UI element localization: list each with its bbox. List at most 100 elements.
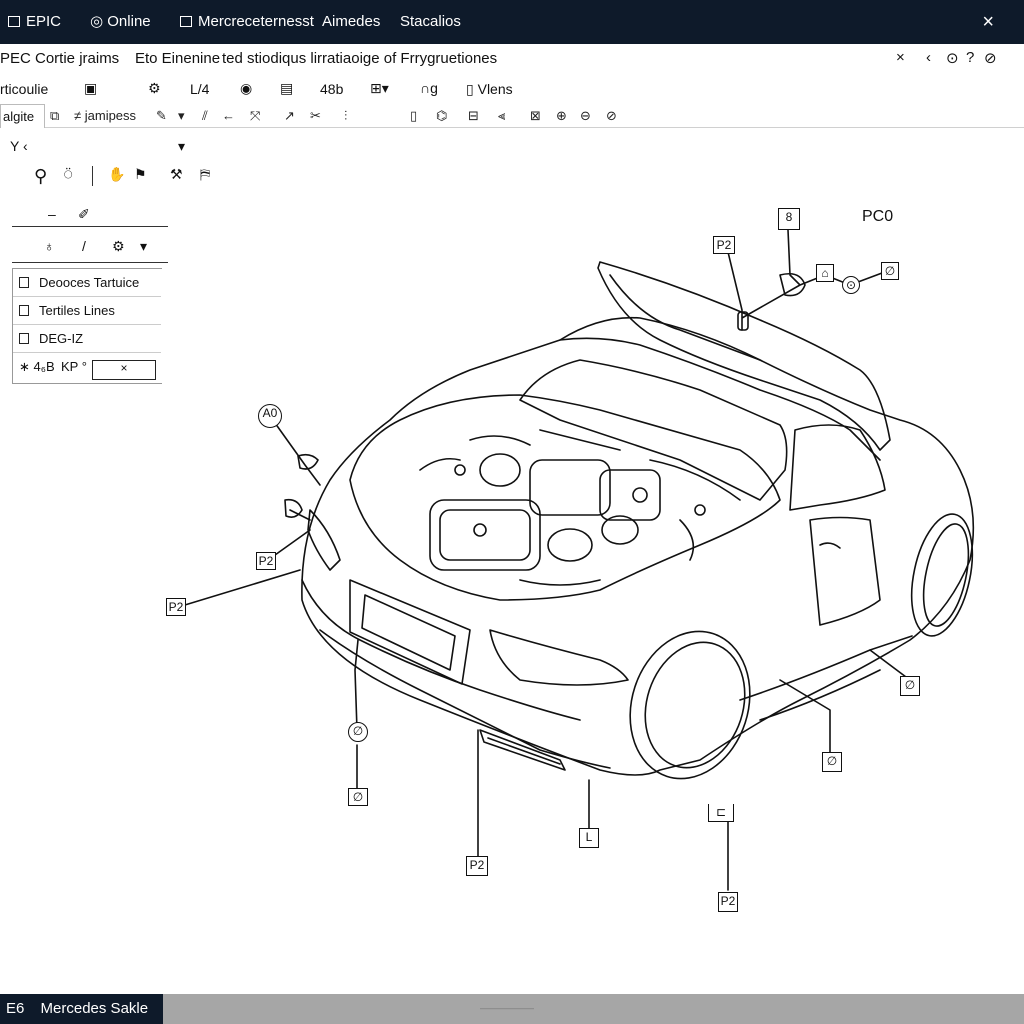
app-icon	[8, 16, 20, 27]
close-icon[interactable]: ×	[982, 11, 994, 34]
list-item[interactable]: Tertiles Lines	[13, 297, 161, 325]
layer-icon[interactable]: ⌬	[436, 108, 447, 124]
dropdown-icon[interactable]: ▾	[178, 108, 185, 124]
callout-marker-b[interactable]: ⊙	[842, 276, 860, 294]
zoom-in-icon[interactable]: ⊕	[556, 108, 567, 124]
callout-marker-a[interactable]: ⌂	[816, 264, 834, 282]
front-wheel	[910, 513, 974, 637]
filter-icon[interactable]: ⍥	[64, 166, 72, 183]
tail-light-right	[489, 629, 629, 686]
zoom-out-icon[interactable]: ⊖	[580, 108, 591, 124]
pin-icon[interactable]: ⊘	[984, 49, 997, 67]
flag-icon[interactable]: ⚑	[134, 166, 147, 183]
callout-8[interactable]: 8	[778, 208, 800, 230]
list-dropdown-icon[interactable]: ▾	[140, 238, 147, 255]
status-label: Mercedes Sakle	[40, 1000, 149, 1017]
tab-stacalios[interactable]: Stacalios	[400, 13, 461, 31]
status-panel: E6 Mercedes Sakle	[0, 994, 163, 1024]
clipboard-icon[interactable]: ▣	[84, 80, 97, 97]
marker-icon[interactable]: ✐	[78, 206, 90, 223]
split-icon[interactable]: ⫽	[202, 108, 208, 124]
lamp-icon[interactable]: ♁	[44, 238, 55, 254]
toolbar-text: ≠ jamipess	[74, 108, 137, 123]
tab-mercreceternesst[interactable]: Mercreceternesst	[180, 13, 314, 31]
status-bar: E6 Mercedes Sakle ——————	[0, 994, 1024, 1024]
list-item[interactable]: DEG-IZ	[13, 325, 161, 353]
help-icon[interactable]: ?	[966, 49, 974, 66]
measure-icon[interactable]: ⊘	[606, 108, 617, 124]
table-icon[interactable]: ⊟	[468, 108, 479, 124]
cursor-icon[interactable]: ↗	[284, 108, 295, 124]
split-view-icon[interactable]: ⫷	[498, 108, 505, 124]
hand-icon[interactable]: ✋	[108, 166, 125, 183]
page-icon[interactable]: ▯	[410, 108, 417, 124]
menu-item-engine[interactable]: Eto Einenine	[135, 50, 220, 67]
toolbar-label: rticoulie	[0, 81, 49, 97]
engine-bay-outline	[349, 394, 781, 601]
callout-l[interactable]: L	[579, 828, 599, 848]
status-code: E6	[6, 1000, 25, 1017]
callout-pc0[interactable]: PC0	[862, 208, 893, 226]
globe-icon: ◎	[90, 13, 108, 30]
minus-icon[interactable]: –	[48, 206, 56, 222]
callout-marker-d[interactable]: ∅	[822, 752, 842, 772]
status-text: ——————	[480, 1003, 534, 1013]
checkbox[interactable]	[19, 333, 29, 344]
callout-circle-b[interactable]: ∅	[348, 788, 368, 806]
callout-circle-a[interactable]: ∅	[348, 722, 368, 742]
callout-p2-bottom[interactable]: P2	[466, 856, 488, 876]
search-icon[interactable]: ⚲	[34, 166, 47, 187]
footer-code: ∗ 4₆B	[19, 359, 55, 374]
pointer-icon[interactable]: ⤧	[250, 108, 260, 124]
scissors-icon[interactable]: ✂	[310, 108, 321, 124]
views-icon: ▯	[466, 81, 474, 97]
magnet-icon[interactable]: ∩g	[420, 80, 438, 96]
windshield	[519, 359, 788, 501]
window-title: PEC Cortie jraims	[0, 50, 120, 67]
tab-aimedes[interactable]: Aimedes	[322, 13, 380, 31]
close-small-icon[interactable]: ×	[896, 49, 905, 66]
target-icon[interactable]: ⊙	[946, 49, 959, 67]
window-icon	[180, 16, 192, 27]
checkbox[interactable]	[19, 277, 29, 288]
callout-p2-left[interactable]: P2	[256, 552, 276, 570]
callout-p2-top[interactable]: P2	[713, 236, 735, 254]
value-input[interactable]: ×	[92, 360, 156, 380]
panel-header: Y ‹	[10, 138, 28, 154]
rear-bumper	[301, 579, 581, 721]
views-button[interactable]: ▯ Vlens	[466, 81, 513, 98]
menu-item-description[interactable]: ted stiodiqus lirratiaoige of Frrygrueti…	[222, 50, 497, 67]
pen-icon[interactable]: ✎	[156, 108, 167, 124]
title-bar: EPIC ◎ Online Mercreceternesst Aimedes S…	[0, 0, 1024, 44]
ruler-icon[interactable]: ⫶	[344, 108, 347, 124]
callout-p2-lower-right[interactable]: P2	[718, 892, 738, 912]
arrow-left-icon[interactable]: ←	[222, 108, 235, 123]
settings-icon[interactable]: ⚙	[148, 80, 161, 97]
toolbar-value-1[interactable]: L/4	[190, 81, 209, 97]
tab-algite[interactable]: algite	[0, 104, 45, 128]
online-status[interactable]: ◎ Online	[90, 13, 151, 31]
list-item[interactable]: Deooces Tartuice	[13, 269, 161, 297]
car-diagram	[174, 229, 975, 891]
engine-assembly	[419, 429, 741, 586]
toolbar-value-2[interactable]: 48b	[320, 81, 343, 97]
back-icon[interactable]: ‹	[926, 49, 931, 66]
zoom-fit-icon[interactable]: ⊠	[530, 108, 541, 124]
callout-p2-far-left[interactable]: P2	[166, 598, 186, 616]
toolbar: rticoulie ▣ ⚙ L/4 ◉ ▤ 48b ⊞▾ ∩g ▯ Vlens	[0, 74, 1024, 104]
secondary-toolbar: algite ⧉ ≠ jamipess ✎ ▾ ⫽ ← ⤧ ↗ ✂ ⫶ ▯ ⌬ …	[0, 104, 1024, 128]
footer-kp: KP °	[61, 359, 87, 374]
callout-marker-e[interactable]: ∅	[900, 676, 920, 696]
callout-bracket[interactable]: ⊏	[708, 804, 734, 822]
eye-icon[interactable]: ◉	[240, 80, 252, 97]
menu-bar: PEC Cortie jraims Eto Einenine ted stiod…	[0, 44, 1024, 74]
callout-a0[interactable]: A0	[258, 404, 282, 428]
checkbox[interactable]	[19, 305, 29, 316]
wrench-icon[interactable]: ⚙	[112, 238, 125, 255]
copy-icon[interactable]: ⧉	[50, 108, 59, 124]
slash-icon[interactable]: /	[82, 238, 86, 254]
app-title: EPIC	[8, 13, 61, 31]
document-icon[interactable]: ▤	[280, 80, 293, 97]
callout-marker-c[interactable]: ∅	[881, 262, 899, 280]
grid-icon[interactable]: ⊞▾	[370, 80, 389, 97]
